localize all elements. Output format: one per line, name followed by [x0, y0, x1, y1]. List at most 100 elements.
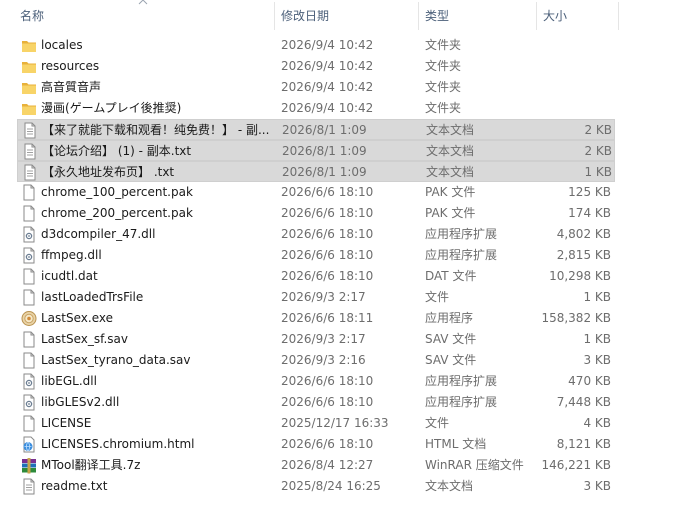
- file-date: 2026/8/1 1:09: [282, 144, 367, 158]
- file-icon: [21, 205, 37, 222]
- file-size: 125 KB: [568, 185, 611, 199]
- file-date: 2026/9/3 2:16: [281, 353, 366, 367]
- file-row[interactable]: 漫画(ゲームプレイ後推奨) 2026/9/4 10:42 文件夹: [17, 98, 615, 119]
- column-divider[interactable]: [618, 2, 619, 30]
- file-row[interactable]: LICENSE 2025/12/17 16:33 文件 4 KB: [17, 413, 615, 434]
- file-size: 1 KB: [583, 332, 611, 346]
- file-size: [517, 56, 611, 77]
- file-name: LastSex_tyrano_data.sav: [41, 353, 191, 367]
- column-header-type[interactable]: 类型: [419, 0, 535, 32]
- file-date: 2026/6/6 18:10: [281, 185, 374, 199]
- file-row[interactable]: 【永久地址发布页】 .txt 2026/8/1 1:09 文本文档 1 KB: [17, 161, 615, 182]
- archive-icon: [21, 457, 37, 474]
- dll-icon: [21, 394, 37, 411]
- file-name: chrome_200_percent.pak: [41, 206, 193, 220]
- folder-icon: [21, 58, 37, 75]
- column-header-size[interactable]: 大小: [537, 0, 617, 32]
- folder-icon: [21, 79, 37, 96]
- text-file-icon: [21, 478, 37, 495]
- file-name: d3dcompiler_47.dll: [41, 227, 156, 241]
- file-name: LICENSES.chromium.html: [41, 437, 195, 451]
- file-name: ffmpeg.dll: [41, 248, 102, 262]
- file-name: LastSex.exe: [41, 311, 113, 325]
- file-date: 2026/9/4 10:42: [281, 59, 374, 73]
- file-size: [517, 98, 611, 119]
- file-row[interactable]: MTool翻译工具.7z 2026/8/4 12:27 WinRAR 压缩文件 146…: [17, 455, 615, 476]
- file-name: chrome_100_percent.pak: [41, 185, 193, 199]
- file-date: 2026/9/3 2:17: [281, 290, 366, 304]
- file-row[interactable]: ffmpeg.dll 2026/6/6 18:10 应用程序扩展 2,815 KB: [17, 245, 615, 266]
- file-date: 2026/6/6 18:10: [281, 269, 374, 283]
- file-size: 1 KB: [584, 165, 612, 179]
- file-name: lastLoadedTrsFile: [41, 290, 144, 304]
- file-name: 【论坛介绍】 (1) - 副本.txt: [42, 144, 192, 158]
- file-name: readme.txt: [41, 479, 108, 493]
- file-size: [517, 77, 611, 98]
- file-row[interactable]: lastLoadedTrsFile 2026/9/3 2:17 文件 1 KB: [17, 287, 615, 308]
- file-date: 2026/6/6 18:10: [281, 374, 374, 388]
- file-date: 2026/6/6 18:11: [281, 311, 374, 325]
- file-date: 2026/8/4 12:27: [281, 458, 374, 472]
- file-icon: [21, 268, 37, 285]
- file-icon: [21, 184, 37, 201]
- dll-icon: [21, 247, 37, 264]
- file-name: libEGL.dll: [41, 374, 97, 388]
- column-header-date[interactable]: 修改日期: [275, 0, 417, 32]
- file-size: 4,802 KB: [556, 227, 611, 241]
- file-size: 3 KB: [583, 353, 611, 367]
- file-size: 2 KB: [584, 144, 612, 158]
- file-row[interactable]: readme.txt 2025/8/24 16:25 文本文档 3 KB: [17, 476, 615, 497]
- file-row[interactable]: d3dcompiler_47.dll 2026/6/6 18:10 应用程序扩展 4,…: [17, 224, 615, 245]
- file-row[interactable]: resources 2026/9/4 10:42 文件夹: [17, 56, 615, 77]
- file-row[interactable]: locales 2026/9/4 10:42 文件夹: [17, 35, 615, 56]
- file-name: LICENSE: [41, 416, 92, 430]
- file-name: icudtl.dat: [41, 269, 98, 283]
- file-row[interactable]: chrome_100_percent.pak 2026/6/6 18:10 PAK …: [17, 182, 615, 203]
- file-date: 2026/6/6 18:10: [281, 437, 374, 451]
- file-name: 【永久地址发布页】 .txt: [42, 165, 175, 179]
- file-size: [517, 35, 611, 56]
- file-icon: [21, 415, 37, 432]
- file-row[interactable]: icudtl.dat 2026/6/6 18:10 DAT 文件 10,298 KB: [17, 266, 615, 287]
- file-row[interactable]: LICENSES.chromium.html 2026/6/6 18:10 HTML…: [17, 434, 615, 455]
- file-size: 8,121 KB: [556, 437, 611, 451]
- file-row[interactable]: libGLESv2.dll 2026/6/6 18:10 应用程序扩展 7,448 K…: [17, 392, 615, 413]
- file-size: 2,815 KB: [556, 248, 611, 262]
- file-size: 7,448 KB: [556, 395, 611, 409]
- file-name: LastSex_sf.sav: [41, 332, 129, 346]
- file-name: 漫画(ゲームプレイ後推奨): [41, 101, 182, 115]
- folder-icon: [21, 100, 37, 117]
- file-date: 2026/9/4 10:42: [281, 101, 374, 115]
- file-name: MTool翻译工具.7z: [41, 458, 141, 472]
- file-row[interactable]: 【来了就能下载和观看！纯免费！】 - 副... 2026/8/1 1:09 文本文档…: [17, 119, 615, 140]
- file-row[interactable]: LastSex.exe 2026/6/6 18:11 应用程序 158,382 KB: [17, 308, 615, 329]
- file-row[interactable]: libEGL.dll 2026/6/6 18:10 应用程序扩展 470 KB: [17, 371, 615, 392]
- file-row[interactable]: chrome_200_percent.pak 2026/6/6 18:10 PAK …: [17, 203, 615, 224]
- file-name: locales: [41, 38, 83, 52]
- file-row[interactable]: LastSex_tyrano_data.sav 2026/9/3 2:16 SAV …: [17, 350, 615, 371]
- folder-icon: [21, 37, 37, 54]
- file-name: libGLESv2.dll: [41, 395, 120, 409]
- dll-icon: [21, 373, 37, 390]
- file-size: 470 KB: [568, 374, 611, 388]
- file-row[interactable]: LastSex_sf.sav 2026/9/3 2:17 SAV 文件 1 KB: [17, 329, 615, 350]
- file-date: 2026/6/6 18:10: [281, 206, 374, 220]
- file-size: 3 KB: [583, 479, 611, 493]
- file-icon: [21, 352, 37, 369]
- file-size: 146,221 KB: [541, 458, 611, 472]
- text-file-icon: [22, 122, 38, 139]
- file-row[interactable]: 高音質音声 2026/9/4 10:42 文件夹: [17, 77, 615, 98]
- file-size: 10,298 KB: [549, 269, 611, 283]
- file-name: 【来了就能下载和观看！纯免费！】 - 副...: [42, 123, 270, 137]
- file-size: 2 KB: [584, 123, 612, 137]
- file-row[interactable]: 【论坛介绍】 (1) - 副本.txt 2026/8/1 1:09 文本文档 2 KB: [17, 140, 615, 161]
- text-file-icon: [22, 164, 38, 181]
- file-date: 2026/6/6 18:10: [281, 248, 374, 262]
- file-date: 2026/8/1 1:09: [282, 123, 367, 137]
- app-icon: [21, 310, 37, 327]
- file-date: 2026/9/4 10:42: [281, 80, 374, 94]
- file-date: 2026/9/4 10:42: [281, 38, 374, 52]
- dll-icon: [21, 226, 37, 243]
- column-header-row: 名称 修改日期 类型 大小: [0, 0, 674, 32]
- file-date: 2026/8/1 1:09: [282, 165, 367, 179]
